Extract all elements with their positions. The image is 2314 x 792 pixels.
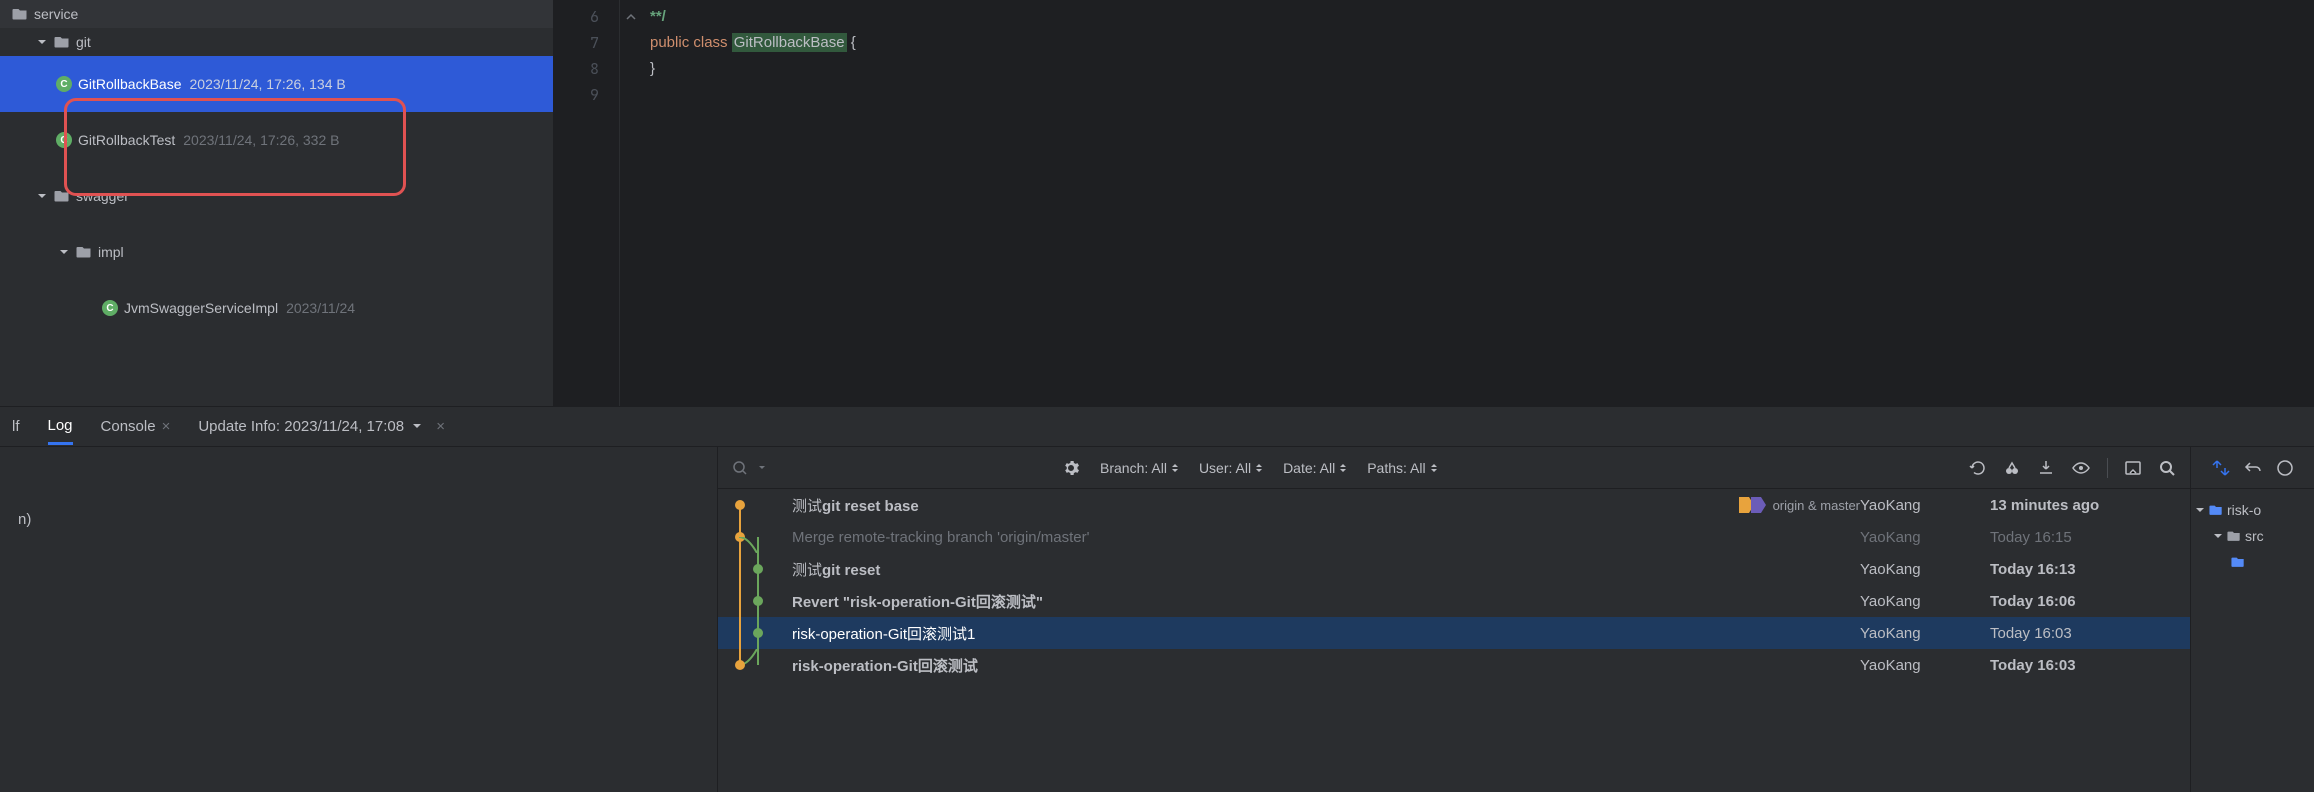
folder-icon [12,6,28,22]
filter-branch[interactable]: Branch: All [1100,460,1179,476]
tag-icon [1739,497,1769,513]
refresh-icon[interactable] [1969,459,1987,477]
download-icon[interactable] [2037,459,2055,477]
project-tree: service git C GitRollbackBase 2023/11/24… [0,0,554,406]
right-tree-root[interactable]: risk-o [2195,497,2310,523]
filter-date[interactable]: Date: All [1283,460,1347,476]
tree-folder-service[interactable]: service [0,0,553,28]
class-icon: C [56,132,72,148]
commit-row[interactable]: risk-operation-Git回滚测试 YaoKang Today 16:… [718,649,2190,681]
tree-label: service [34,6,78,22]
tree-file-jvmswagger[interactable]: C JvmSwaggerServiceImpl 2023/11/24 [0,280,553,336]
more-icon[interactable] [2276,459,2294,477]
open-icon[interactable] [2124,459,2142,477]
tab-console[interactable]: Console× [101,410,171,443]
right-detail-panel: risk-o src [2190,447,2314,792]
search-input[interactable] [732,460,1042,476]
cherry-pick-icon[interactable] [2003,459,2021,477]
code-area[interactable]: **/ public class GitRollbackBase { } [642,0,2314,406]
git-toolbar: Branch: All User: All Date: All Paths: A… [718,447,2190,489]
chevron-down-icon [56,244,72,260]
commit-row[interactable]: Revert "risk-operation-Git回滚测试" YaoKang … [718,585,2190,617]
fold-up-icon[interactable] [620,4,642,30]
right-tree-item[interactable]: src [2195,523,2310,549]
filter-paths[interactable]: Paths: All [1367,460,1437,476]
tree-folder-git[interactable]: git [0,28,553,56]
tree-label: JvmSwaggerServiceImpl [124,300,278,316]
tree-label: GitRollbackBase [78,76,182,92]
folder-icon [76,244,92,260]
left-info-panel: n) [0,447,718,792]
tab-log[interactable]: Log [48,409,73,445]
tree-folder-impl[interactable]: impl [0,224,553,280]
right-tree-item[interactable] [2195,549,2310,575]
commit-row[interactable]: risk-operation-Git回滚测试1 YaoKang Today 16… [718,617,2190,649]
folder-icon [54,34,70,50]
close-icon[interactable]: × [162,418,171,435]
folder-icon [54,188,70,204]
line-gutter: 6 7 8 9 [554,0,620,406]
tab-lf[interactable]: lf [12,410,20,443]
filter-user[interactable]: User: All [1199,460,1263,476]
tree-meta: 2023/11/24, 17:26, 134 B [190,76,346,92]
eye-icon[interactable] [2071,459,2091,477]
tree-label: GitRollbackTest [78,132,175,148]
tab-update-info[interactable]: Update Info: 2023/11/24, 17:08 × [198,410,445,443]
tree-label: impl [98,244,124,260]
undo-icon[interactable] [2244,459,2262,477]
tree-file-gitrollbacktest[interactable]: C GitRollbackTest 2023/11/24, 17:26, 332… [0,112,553,168]
fold-gutter [620,0,642,406]
commit-list: 测试git reset baseorigin & master YaoKang … [718,489,2190,792]
code-editor[interactable]: 6 7 8 9 **/ public class GitRollbackBase… [554,0,2314,406]
tree-meta: 2023/11/24 [286,300,355,316]
close-icon[interactable]: × [436,418,445,435]
search-icon[interactable] [2158,459,2176,477]
tree-label: swagger [76,188,129,204]
gear-icon[interactable] [1062,459,1080,477]
tree-folder-swagger[interactable]: swagger [0,168,553,224]
collapse-icon[interactable] [2212,459,2230,477]
class-icon: C [56,76,72,92]
tree-file-gitrollbackbase[interactable]: C GitRollbackBase 2023/11/24, 17:26, 134… [0,56,553,112]
commit-row[interactable]: Merge remote-tracking branch 'origin/mas… [718,521,2190,553]
tree-label: git [76,34,91,50]
class-icon: C [102,300,118,316]
tree-meta: 2023/11/24, 17:26, 332 B [183,132,339,148]
chevron-down-icon [34,34,50,50]
chevron-down-icon [34,188,50,204]
bottom-tabs: lf Log Console× Update Info: 2023/11/24,… [0,407,2314,447]
commit-row[interactable]: 测试git reset YaoKang Today 16:13 [718,553,2190,585]
git-log-panel: Branch: All User: All Date: All Paths: A… [718,447,2190,792]
commit-row[interactable]: 测试git reset baseorigin & master YaoKang … [718,489,2190,521]
